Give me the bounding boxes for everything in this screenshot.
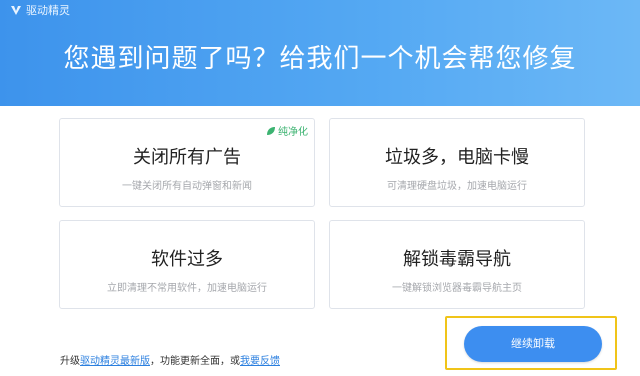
app-logo-icon <box>11 6 21 15</box>
continue-uninstall-button[interactable]: 继续卸载 <box>464 326 602 362</box>
footer-prefix: 升级 <box>60 356 80 367</box>
headline: 您遇到问题了吗？给我们一个机会帮您修复 <box>63 44 577 74</box>
upgrade-link[interactable]: 驱动精灵最新版 <box>80 356 150 367</box>
card-title: 关闭所有广告 <box>133 147 241 168</box>
card-clean-junk[interactable]: 垃圾多，电脑卡慢 可清理硬盘垃圾，加速电脑运行 <box>329 118 585 207</box>
card-close-ads[interactable]: 纯净化 关闭所有广告 一键关闭所有自动弹窗和新闻 <box>59 118 315 207</box>
card-too-many-software[interactable]: 软件过多 立即清理不常用软件，加速电脑运行 <box>59 220 315 309</box>
footer-middle: ，功能更新全面，或 <box>150 356 240 367</box>
badge-label: 纯净化 <box>278 127 308 138</box>
pure-badge: 纯净化 <box>266 123 308 138</box>
card-desc: 立即清理不常用软件，加速电脑运行 <box>107 283 267 294</box>
card-title: 垃圾多，电脑卡慢 <box>385 147 529 168</box>
footer-text: 升级驱动精灵最新版，功能更新全面，或我要反馈 <box>60 352 280 367</box>
leaf-icon <box>267 126 275 135</box>
card-unlock-navigation[interactable]: 解锁毒霸导航 一键解锁浏览器毒霸导航主页 <box>329 220 585 309</box>
feedback-link[interactable]: 我要反馈 <box>240 356 280 367</box>
card-desc: 一键解锁浏览器毒霸导航主页 <box>392 283 522 294</box>
card-title: 解锁毒霸导航 <box>403 249 511 270</box>
card-desc: 可清理硬盘垃圾，加速电脑运行 <box>387 181 527 192</box>
card-title: 软件过多 <box>151 249 223 270</box>
title-bar: 驱动精灵 <box>10 2 70 18</box>
header-banner: 驱动精灵 您遇到问题了吗？给我们一个机会帮您修复 <box>0 0 640 106</box>
card-desc: 一键关闭所有自动弹窗和新闻 <box>122 181 252 192</box>
app-title: 驱动精灵 <box>26 4 70 17</box>
